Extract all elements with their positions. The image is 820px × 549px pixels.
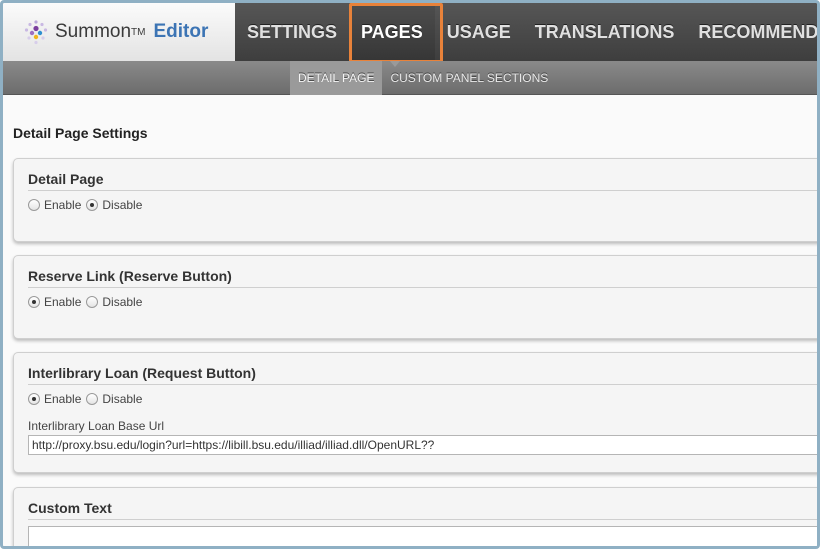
logo[interactable]: Summon TM Editor (3, 3, 235, 61)
nav-usage[interactable]: USAGE (435, 3, 523, 61)
panel-title: Custom Text (28, 500, 112, 516)
panel-interlibrary-loan: Interlibrary Loan (Request Button) Enabl… (13, 352, 817, 473)
panel-title: Interlibrary Loan (Request Button) (28, 365, 256, 381)
radio-label: Disable (102, 392, 143, 406)
divider (28, 287, 817, 288)
detail-page-radio-group: Enable Disable (28, 198, 147, 212)
reserve-link-radio-group: Enable Disable (28, 295, 147, 309)
nav-translations[interactable]: TRANSLATIONS (523, 3, 687, 61)
logo-name: Summon (55, 21, 132, 42)
main-content: Detail Page Settings Detail Page Enable … (3, 95, 817, 546)
interlibrary-loan-enable-radio[interactable] (28, 393, 40, 405)
subnav-detail-page[interactable]: DETAIL PAGE (290, 61, 383, 95)
page-title: Detail Page Settings (13, 125, 148, 141)
divider (28, 190, 817, 191)
pages-highlight-box (349, 3, 443, 63)
base-url-label: Interlibrary Loan Base Url (28, 419, 165, 433)
base-url-input[interactable] (28, 435, 817, 455)
detail-page-enable-radio[interactable] (28, 199, 40, 211)
radio-label: Disable (102, 295, 143, 309)
custom-text-input[interactable] (28, 526, 817, 546)
panel-reserve-link: Reserve Link (Reserve Button) Enable Dis… (13, 255, 817, 339)
radio-label: Disable (102, 198, 143, 212)
divider (28, 384, 817, 385)
subnav-caret-icon (390, 61, 400, 67)
sub-navigation-bar: DETAIL PAGE CUSTOM PANEL SECTIONS (3, 61, 817, 95)
logo-trademark: TM (131, 26, 146, 38)
logo-editor-label: Editor (153, 21, 209, 42)
reserve-link-enable-radio[interactable] (28, 296, 40, 308)
panel-title: Detail Page (28, 171, 104, 187)
reserve-link-disable-radio[interactable] (86, 296, 99, 308)
subnav-custom-panel-sections[interactable]: CUSTOM PANEL SECTIONS (382, 61, 556, 95)
main-nav: SETTINGS PAGES USAGE TRANSLATIONS RECOMM… (235, 3, 817, 61)
panel-custom-text: Custom Text (13, 487, 817, 546)
top-navigation-bar: Summon TM Editor SETTINGS PAGES USAGE TR… (3, 3, 817, 63)
app-window: Summon TM Editor SETTINGS PAGES USAGE TR… (0, 0, 820, 549)
panel-detail-page: Detail Page Enable Disable (13, 158, 817, 242)
nav-settings[interactable]: SETTINGS (235, 3, 349, 61)
interlibrary-loan-disable-radio[interactable] (86, 393, 99, 405)
summon-logo-icon (24, 20, 48, 45)
radio-label: Enable (44, 392, 82, 406)
radio-label: Enable (44, 295, 82, 309)
radio-label: Enable (44, 198, 82, 212)
divider (28, 519, 817, 520)
interlibrary-loan-radio-group: Enable Disable (28, 392, 147, 406)
detail-page-disable-radio[interactable] (86, 199, 99, 211)
subnav: DETAIL PAGE CUSTOM PANEL SECTIONS (290, 61, 556, 95)
panel-title: Reserve Link (Reserve Button) (28, 268, 232, 284)
nav-recommende[interactable]: RECOMMENDE (686, 3, 817, 61)
